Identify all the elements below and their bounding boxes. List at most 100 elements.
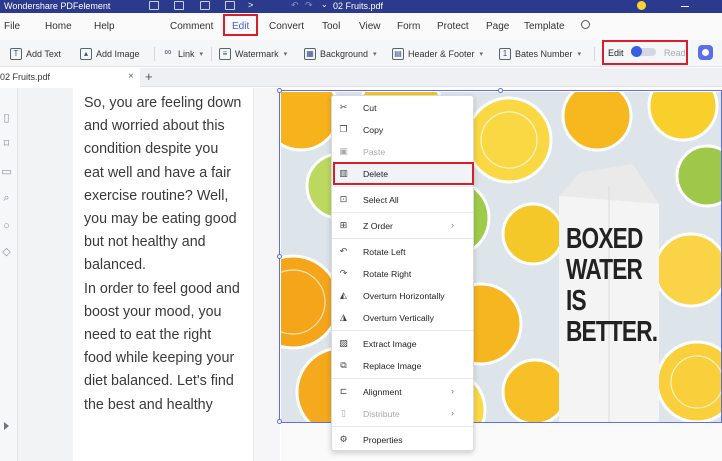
menu-template[interactable]: Template xyxy=(524,21,565,32)
watermark-button[interactable]: ≡ Watermark ▾ xyxy=(219,46,287,61)
flip-horizontal-icon: ◭ xyxy=(340,290,347,300)
menu-view[interactable]: View xyxy=(359,21,381,32)
toolbar-divider xyxy=(154,47,155,61)
replace-image-icon: ⧉ xyxy=(340,360,347,370)
menu-item-overturn-horizontally[interactable]: ◭ Overturn Horizontally xyxy=(332,286,473,306)
menu-item-overturn-vertically[interactable]: ◮ Overturn Vertically xyxy=(332,308,473,328)
menu-divider xyxy=(332,212,473,213)
menu-item-extract-image[interactable]: ▨ Extract Image xyxy=(332,334,473,354)
menu-help[interactable]: Help xyxy=(94,21,115,32)
menu-item-z-order[interactable]: ⊞ Z Order › xyxy=(332,216,473,236)
select-all-icon: ⊡ xyxy=(339,194,348,204)
menu-item-copy[interactable]: ❐ Copy xyxy=(332,120,473,140)
bookmark-icon[interactable]: ⌑ xyxy=(0,138,13,151)
delete-item-highlight xyxy=(333,162,474,185)
bates-number-icon: 1 xyxy=(499,47,511,60)
menu-page[interactable]: Page xyxy=(486,21,509,32)
search-icon[interactable] xyxy=(581,20,590,29)
menu-comment[interactable]: Comment xyxy=(170,21,213,32)
link-button[interactable]: ∞ Link ▾ xyxy=(162,46,203,61)
chevron-right-icon: › xyxy=(451,220,454,230)
mail-icon[interactable] xyxy=(200,1,210,10)
menu-item-rotate-left[interactable]: ↶ Rotate Left xyxy=(332,242,473,262)
close-tab-icon[interactable]: × xyxy=(128,71,134,82)
document-title: 02 Fruits.pdf xyxy=(333,1,384,11)
document-margin xyxy=(18,88,73,461)
chevron-right-icon: › xyxy=(451,408,454,418)
chevron-down-icon: ▾ xyxy=(283,50,288,58)
bates-number-button[interactable]: 1 Bates Number ▾ xyxy=(499,46,581,61)
header-footer-icon: ▤ xyxy=(392,47,404,60)
link-icon: ∞ xyxy=(164,46,172,58)
chevron-down-icon: ▾ xyxy=(373,50,377,58)
distribute-icon: ▯ xyxy=(341,408,346,418)
document-body-text[interactable]: So, you are feeling down and worried abo… xyxy=(84,92,256,417)
menu-file[interactable]: File xyxy=(4,21,20,32)
settings-hex-icon[interactable] xyxy=(698,45,713,60)
title-bar: Wondershare PDFelement > ↶ ↷ ⌄ 02 Fruits… xyxy=(0,0,722,13)
resize-handle-top[interactable] xyxy=(498,88,503,93)
rotate-left-icon: ↶ xyxy=(339,246,348,256)
tab-document[interactable]: 02 Fruits.pdf × xyxy=(0,68,140,87)
gear-icon: ⚙ xyxy=(339,434,348,444)
menu-item-paste[interactable]: ▣ Paste xyxy=(332,142,473,162)
menu-protect[interactable]: Protect xyxy=(437,21,469,32)
menu-home[interactable]: Home xyxy=(45,21,72,32)
menu-tool[interactable]: Tool xyxy=(322,21,340,32)
redo-icon[interactable]: ↷ xyxy=(305,0,313,11)
new-tab-icon[interactable]: + xyxy=(145,69,153,84)
share-icon[interactable]: > xyxy=(248,0,253,10)
save-icon[interactable] xyxy=(174,1,184,10)
flip-vertical-icon: ◮ xyxy=(340,312,347,322)
thumbnails-icon[interactable]: ▯ xyxy=(0,112,13,125)
extract-image-icon: ▨ xyxy=(339,338,348,348)
expand-sidebar-icon[interactable] xyxy=(4,422,9,430)
edit-menu-highlight xyxy=(223,14,258,36)
layers-icon[interactable]: ◇ xyxy=(0,246,13,259)
minimize-icon[interactable] xyxy=(681,6,689,7)
copy-icon: ❐ xyxy=(339,124,348,134)
rotate-right-icon: ↷ xyxy=(339,268,348,278)
alignment-icon: ⊏ xyxy=(339,386,348,396)
undo-icon[interactable]: ↶ xyxy=(291,0,299,11)
menu-item-select-all[interactable]: ⊡ Select All xyxy=(332,190,473,210)
text-icon: T xyxy=(10,47,22,60)
scissors-icon: ✂ xyxy=(339,102,348,112)
menu-divider xyxy=(332,426,473,427)
new-file-icon[interactable] xyxy=(149,1,159,10)
chevron-down-icon: ▾ xyxy=(479,50,484,58)
theme-sun-icon[interactable] xyxy=(637,1,646,10)
resize-handle-left[interactable] xyxy=(277,254,282,259)
app-title: Wondershare PDFelement xyxy=(4,1,111,11)
background-button[interactable]: ▦ Background ▾ xyxy=(304,46,377,61)
background-icon: ▦ xyxy=(304,47,316,60)
paste-icon: ▣ xyxy=(339,146,348,156)
resize-handle-tl[interactable] xyxy=(277,88,282,93)
menu-item-rotate-right[interactable]: ↷ Rotate Right xyxy=(332,264,473,284)
resize-handle-bl[interactable] xyxy=(277,419,282,424)
image-icon: ▴ xyxy=(80,47,92,60)
edit-read-highlight xyxy=(602,40,688,65)
page-gap xyxy=(254,88,280,461)
menu-item-replace-image[interactable]: ⧉ Replace Image xyxy=(332,356,473,376)
menu-convert[interactable]: Convert xyxy=(269,21,304,32)
chevron-down-icon: ▾ xyxy=(577,50,582,58)
add-image-button[interactable]: ▴ Add Image xyxy=(80,46,140,61)
search-panel-icon[interactable]: ○ xyxy=(0,220,13,233)
menu-divider xyxy=(332,186,473,187)
left-sidebar: ▯ ⌑ ▭ ⌕ ○ ◇ xyxy=(0,88,18,461)
add-text-button[interactable]: T Add Text xyxy=(10,46,61,61)
dropdown-icon[interactable]: ⌄ xyxy=(321,0,328,9)
print-icon[interactable] xyxy=(225,1,235,10)
chevron-down-icon: ▾ xyxy=(199,50,204,58)
menu-divider xyxy=(332,238,473,239)
menu-item-properties[interactable]: ⚙ Properties xyxy=(332,430,473,450)
menu-item-alignment[interactable]: ⊏ Alignment › xyxy=(332,382,473,402)
attachment-icon[interactable]: ⌕ xyxy=(0,192,13,205)
menu-item-cut[interactable]: ✂ Cut xyxy=(332,98,473,118)
comment-icon[interactable]: ▭ xyxy=(0,166,13,179)
context-menu: ✂ Cut ❐ Copy ▣ Paste ▥ Delete ⊡ Select A… xyxy=(331,95,474,451)
menu-form[interactable]: Form xyxy=(397,21,420,32)
header-footer-button[interactable]: ▤ Header & Footer ▾ xyxy=(392,46,483,61)
menu-item-distribute[interactable]: ▯ Distribute › xyxy=(332,404,473,424)
